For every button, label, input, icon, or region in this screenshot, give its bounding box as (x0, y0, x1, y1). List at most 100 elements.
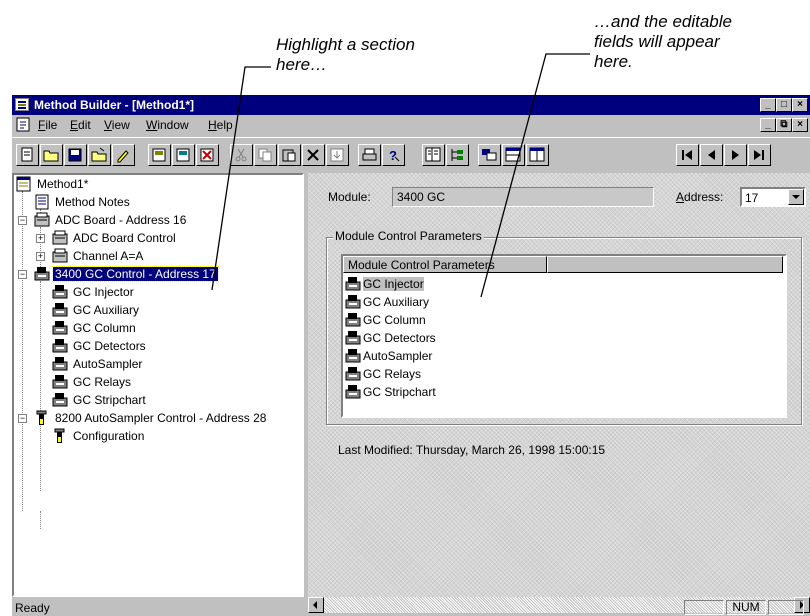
tree-item-adc-board[interactable]: ADC Board - Address 16 (34, 211, 188, 229)
open-method-button[interactable] (88, 144, 111, 166)
tree-item-method-notes[interactable]: Method Notes (34, 193, 132, 211)
tree-item-configuration[interactable]: Configuration (52, 427, 146, 445)
gc-icon (52, 339, 68, 353)
menu-file[interactable]: File (38, 118, 57, 132)
tree-item-gc-injector[interactable]: GC Injector (52, 283, 136, 301)
expand-channel[interactable]: + (36, 252, 45, 261)
open-button[interactable] (40, 144, 63, 166)
tree-item-autosampler-control[interactable]: 8200 AutoSampler Control - Address 28 (34, 409, 268, 427)
annotation-highlight-section: Highlight a section here… (276, 35, 415, 74)
tree-item-gc-stripchart[interactable]: GC Stripchart (52, 391, 148, 409)
menu-help[interactable]: Help (208, 118, 233, 132)
maximize-button[interactable]: □ (776, 98, 792, 112)
gc-icon (345, 295, 361, 309)
new-button[interactable] (16, 144, 39, 166)
expand-adc-board-control[interactable]: + (36, 234, 45, 243)
gc-icon (52, 303, 68, 317)
first-icon (682, 150, 692, 160)
parameters-list[interactable]: Module Control Parameters GC Injector GC… (341, 254, 787, 418)
view-columns-button[interactable] (526, 144, 549, 166)
view-columns-icon (529, 147, 545, 162)
tree-item-autosampler[interactable]: AutoSampler (52, 355, 144, 373)
gc-icon (52, 375, 68, 389)
group-legend: Module Control Parameters (333, 229, 484, 243)
vial-icon (36, 410, 47, 425)
title-bar[interactable]: Method Builder - [Method1*] _ □ × (12, 95, 810, 115)
save-button[interactable] (64, 144, 87, 166)
list-item[interactable]: GC Auxiliary (345, 293, 429, 311)
address-select[interactable]: 17 (740, 187, 806, 207)
prev-button[interactable] (700, 144, 723, 166)
collapse-autosampler-control[interactable]: − (18, 414, 27, 423)
view-tree-icon (451, 149, 463, 161)
minimize-button[interactable]: _ (760, 98, 776, 112)
collapse-adc-board[interactable]: − (18, 216, 27, 225)
tree-item-channel[interactable]: Channel A=A (52, 247, 145, 265)
view-split-button[interactable] (422, 144, 445, 166)
menu-window[interactable]: Window (146, 118, 189, 132)
tree-item-gc-relays[interactable]: GC Relays (52, 373, 133, 391)
method-tree[interactable]: Method1* Method Notes − ADC Board - Addr… (12, 173, 304, 597)
list-item[interactable]: AutoSampler (345, 347, 432, 365)
last-modified: Last Modified: Thursday, March 26, 1998 … (338, 443, 606, 457)
list-item[interactable]: GC Stripchart (345, 383, 436, 401)
tree-item-gc-control[interactable]: 3400 GC Control - Address 17 (34, 265, 219, 283)
address-value: 17 (745, 191, 759, 205)
menu-edit[interactable]: Edit (70, 118, 91, 132)
view-tree-button[interactable] (446, 144, 469, 166)
vial-icon (54, 428, 65, 443)
mdi-minimize-button[interactable]: _ (760, 118, 776, 132)
print-button[interactable] (358, 144, 381, 166)
list-item[interactable]: GC Injector (345, 275, 424, 293)
delete-method-button[interactable] (196, 144, 219, 166)
help-button[interactable]: ? (382, 144, 405, 166)
menu-view[interactable]: View (104, 118, 130, 132)
module-label: Module: (328, 190, 371, 204)
copy-icon (258, 148, 272, 162)
document-icon (16, 117, 30, 132)
mdi-close-button[interactable]: × (792, 118, 808, 132)
tree-item-gc-detectors[interactable]: GC Detectors (52, 337, 148, 355)
list-item[interactable]: GC Column (345, 311, 426, 329)
status-text: Ready (15, 601, 50, 615)
first-button[interactable] (676, 144, 699, 166)
close-button[interactable]: × (792, 98, 808, 112)
delete-icon (307, 149, 319, 161)
view-list-button[interactable] (502, 144, 525, 166)
list-column-header-empty[interactable] (547, 256, 783, 273)
window-title: Method Builder - [Method1*] (34, 98, 194, 112)
list-item[interactable]: GC Detectors (345, 329, 436, 347)
tree-item-gc-column[interactable]: GC Column (52, 319, 138, 337)
delete-button[interactable] (302, 144, 325, 166)
copy-method-icon (152, 148, 166, 162)
cut-button[interactable] (230, 144, 253, 166)
paste-button[interactable] (278, 144, 301, 166)
board-icon (52, 230, 68, 245)
gc-icon (345, 349, 361, 363)
chevron-down-icon[interactable] (788, 189, 804, 205)
tree-item-gc-auxiliary[interactable]: GC Auxiliary (52, 301, 141, 319)
open-icon (43, 150, 59, 162)
view-detail-button[interactable] (478, 144, 501, 166)
properties-button[interactable] (326, 144, 349, 166)
collapse-gc-control[interactable]: − (18, 270, 27, 279)
edit-button[interactable] (112, 144, 135, 166)
print-icon (362, 148, 377, 161)
paste-method-button[interactable] (172, 144, 195, 166)
copy-button[interactable] (254, 144, 277, 166)
gc-icon (52, 393, 68, 407)
new-icon (21, 147, 33, 162)
list-column-header[interactable]: Module Control Parameters (343, 256, 547, 273)
gc-icon (52, 357, 68, 371)
gc-icon (345, 385, 361, 399)
status-num: NUM (726, 600, 766, 615)
last-button[interactable] (748, 144, 771, 166)
tree-item-adc-board-control[interactable]: ADC Board Control (52, 229, 178, 247)
cut-icon (235, 148, 247, 162)
method-builder-window: Method Builder - [Method1*] _ □ × File E… (12, 95, 810, 616)
list-item[interactable]: GC Relays (345, 365, 421, 383)
tree-item-method1[interactable]: Method1* (16, 175, 90, 193)
mdi-restore-button[interactable]: ⧉ (776, 118, 792, 132)
copy-method-button[interactable] (148, 144, 171, 166)
next-button[interactable] (724, 144, 747, 166)
